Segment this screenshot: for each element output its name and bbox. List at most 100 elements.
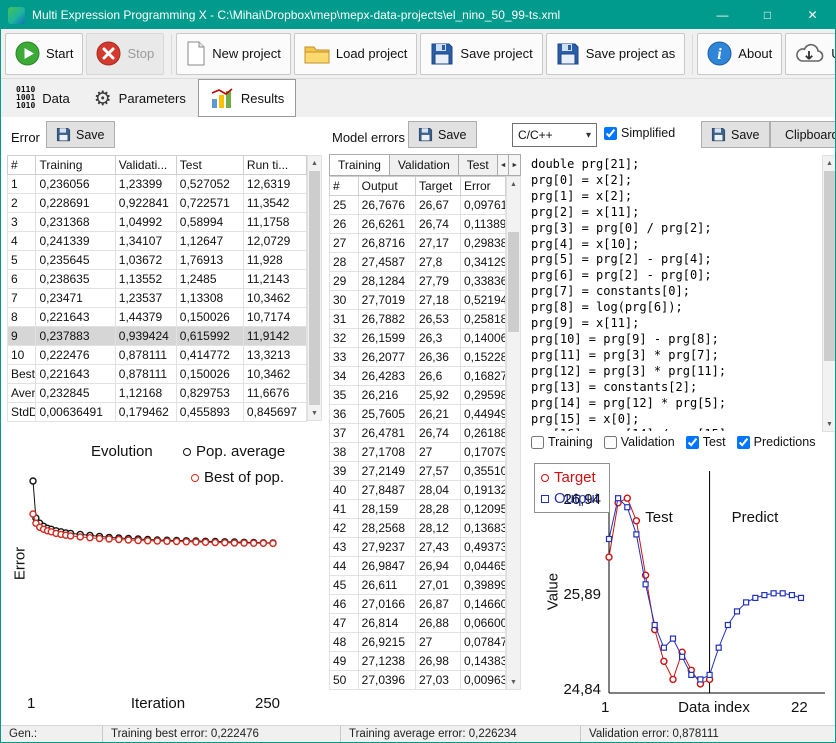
table-row[interactable]: Best0,2216430,8781110,15002610,3462 xyxy=(8,365,307,384)
toolbar: Start Stop New project Load project Save… xyxy=(1,29,835,79)
table-row[interactable]: 3526,21625,920,295984 xyxy=(330,386,506,405)
new-project-button[interactable]: New project xyxy=(176,33,291,75)
model-table-scrollbar[interactable]: ▲ ▼ xyxy=(506,176,521,690)
table-row[interactable]: 50,2356451,036721,7691311,928 xyxy=(8,251,307,270)
error-save-button[interactable]: Save xyxy=(46,121,115,148)
code-save-button[interactable]: Save xyxy=(701,121,770,148)
table-row[interactable]: 4627,016626,870,146609 xyxy=(330,595,506,614)
column-header[interactable]: # xyxy=(8,156,36,175)
column-header[interactable]: Training xyxy=(36,156,115,175)
model-tab-test[interactable]: Test xyxy=(459,154,498,176)
error-table[interactable]: #TrainingValidati...TestRun ti... 10,236… xyxy=(7,155,307,422)
language-select[interactable]: C/C++ ▾ xyxy=(512,123,597,147)
load-project-button[interactable]: Load project xyxy=(294,33,418,75)
scroll-up-arrow[interactable]: ▲ xyxy=(507,177,520,191)
scrollbar-thumb[interactable] xyxy=(309,171,320,405)
column-header[interactable]: Run ti... xyxy=(243,156,306,175)
table-row[interactable]: 3927,214927,570,355103 xyxy=(330,462,506,481)
table-row[interactable]: 3726,478126,740,261882 xyxy=(330,424,506,443)
table-row[interactable]: 4826,9215270,078470 xyxy=(330,633,506,652)
model-tab-validation[interactable]: Validation xyxy=(390,154,459,176)
start-button[interactable]: Start xyxy=(5,33,83,75)
table-row[interactable]: 2626,626126,740,113891 xyxy=(330,215,506,234)
table-row[interactable]: 4927,123826,980,143835 xyxy=(330,652,506,671)
table-row[interactable]: 2827,458727,80,341298 xyxy=(330,253,506,272)
stop-button[interactable]: Stop xyxy=(86,33,164,75)
generated-code-view[interactable]: double prg[21]; prg[0] = x[2]; prg[1] = … xyxy=(531,157,820,431)
predictions-checkbox-input[interactable] xyxy=(737,436,750,449)
table-row[interactable]: 10,2360561,233990,52705212,6319 xyxy=(8,175,307,194)
simplified-checkbox-input[interactable] xyxy=(604,127,617,140)
table-row[interactable]: 3027,701927,180,521945 xyxy=(330,291,506,310)
error-table-scrollbar[interactable]: ▲ ▼ xyxy=(307,155,322,421)
table-row[interactable]: 3326,207726,360,152287 xyxy=(330,348,506,367)
column-header[interactable]: Test xyxy=(176,156,243,175)
tab-data[interactable]: 0110 1001 1010 Data xyxy=(4,79,82,117)
table-row[interactable]: 3625,760526,210,449498 xyxy=(330,405,506,424)
column-header[interactable]: Target xyxy=(415,177,460,196)
column-header[interactable]: Output xyxy=(358,177,415,196)
save-project-button[interactable]: Save project xyxy=(420,33,542,75)
about-button[interactable]: i About xyxy=(697,33,782,75)
table-cell: 0,120951 xyxy=(460,500,505,519)
table-row[interactable]: 60,2386351,135521,248511,2143 xyxy=(8,270,307,289)
table-row[interactable]: 4027,848728,040,191323 xyxy=(330,481,506,500)
scrollbar-thumb[interactable] xyxy=(824,171,835,361)
table-row[interactable]: 4128,15928,280,120951 xyxy=(330,500,506,519)
scroll-down-arrow[interactable]: ▼ xyxy=(308,406,321,420)
tab-parameters[interactable]: ⚙ Parameters xyxy=(82,79,198,117)
scrollbar-thumb[interactable] xyxy=(508,232,519,332)
scroll-up-arrow[interactable]: ▲ xyxy=(823,156,836,170)
model-tab-training[interactable]: Training xyxy=(329,154,390,176)
table-row[interactable]: 90,2378830,9394240,61599211,9142 xyxy=(8,327,307,346)
table-row[interactable]: 2526,767626,670,097612 xyxy=(330,196,506,215)
table-row[interactable]: 3226,159926,30,140062 xyxy=(330,329,506,348)
table-row[interactable]: 4327,923727,430,493738 xyxy=(330,538,506,557)
table-row[interactable]: 2928,128427,790,338365 xyxy=(330,272,506,291)
simplified-checkbox[interactable]: Simplified xyxy=(604,126,675,140)
scroll-up-arrow[interactable]: ▲ xyxy=(308,156,321,170)
close-button[interactable]: ✕ xyxy=(790,1,835,29)
table-row[interactable]: StdDev0,006364910,1794620,4558930,845697 xyxy=(8,403,307,422)
training-checkbox-input[interactable] xyxy=(531,436,544,449)
table-row[interactable]: 70,234711,235371,1330810,3462 xyxy=(8,289,307,308)
tab-scroll-left-button[interactable]: ◄ xyxy=(498,154,510,176)
clipboard-button[interactable]: Clipboard xyxy=(770,121,836,148)
table-row[interactable]: 4726,81426,880,066008 xyxy=(330,614,506,633)
minimize-button[interactable]: — xyxy=(700,1,745,29)
plot-checkbox-training[interactable]: Training xyxy=(531,435,593,449)
table-row[interactable]: 3426,428326,60,168276 xyxy=(330,367,506,386)
scroll-down-arrow[interactable]: ▼ xyxy=(507,675,520,689)
table-row[interactable]: 20,2286910,9228410,72257111,3542 xyxy=(8,194,307,213)
table-row[interactable]: 3827,1708270,170794 xyxy=(330,443,506,462)
table-row[interactable]: 4228,256828,120,136832 xyxy=(330,519,506,538)
table-row[interactable]: 2726,871627,170,298384 xyxy=(330,234,506,253)
test-checkbox-input[interactable] xyxy=(686,436,699,449)
plot-checkbox-test[interactable]: Test xyxy=(686,435,726,449)
table-row[interactable]: 4526,61127,010,398998 xyxy=(330,576,506,595)
tab-results[interactable]: Results xyxy=(198,79,296,117)
table-row[interactable]: 4426,984726,940,044650 xyxy=(330,557,506,576)
validation-checkbox-input[interactable] xyxy=(604,436,617,449)
code-scrollbar[interactable]: ▲ ▼ xyxy=(822,155,836,432)
table-row[interactable]: 30,2313681,049920,5899411,1758 xyxy=(8,213,307,232)
scroll-down-arrow[interactable]: ▼ xyxy=(823,417,836,431)
table-row[interactable]: Average0,2328451,121680,82975311,6676 xyxy=(8,384,307,403)
save-project-as-button[interactable]: Save project as xyxy=(546,33,686,75)
column-header[interactable]: # xyxy=(330,177,359,196)
table-row[interactable]: 5027,039627,030,009634 xyxy=(330,671,506,690)
table-cell: 0,845697 xyxy=(243,403,306,422)
plot-checkbox-predictions[interactable]: Predictions xyxy=(737,435,816,449)
plot-checkbox-validation[interactable]: Validation xyxy=(604,435,675,449)
table-row[interactable]: 40,2413391,341071,1264712,0729 xyxy=(8,232,307,251)
model-errors-save-button[interactable]: Save xyxy=(408,121,477,148)
model-errors-table[interactable]: #OutputTargetError 2526,767626,670,09761… xyxy=(329,176,506,690)
updates-button[interactable]: Updates xyxy=(785,33,836,75)
column-header[interactable]: Error xyxy=(460,177,505,196)
table-row[interactable]: 100,2224760,8781110,41477213,3213 xyxy=(8,346,307,365)
table-row[interactable]: 3126,788226,530,258182 xyxy=(330,310,506,329)
column-header[interactable]: Validati... xyxy=(115,156,176,175)
table-row[interactable]: 80,2216431,443790,15002610,7174 xyxy=(8,308,307,327)
tab-scroll-right-button[interactable]: ► xyxy=(509,154,521,176)
maximize-button[interactable]: □ xyxy=(745,1,790,29)
